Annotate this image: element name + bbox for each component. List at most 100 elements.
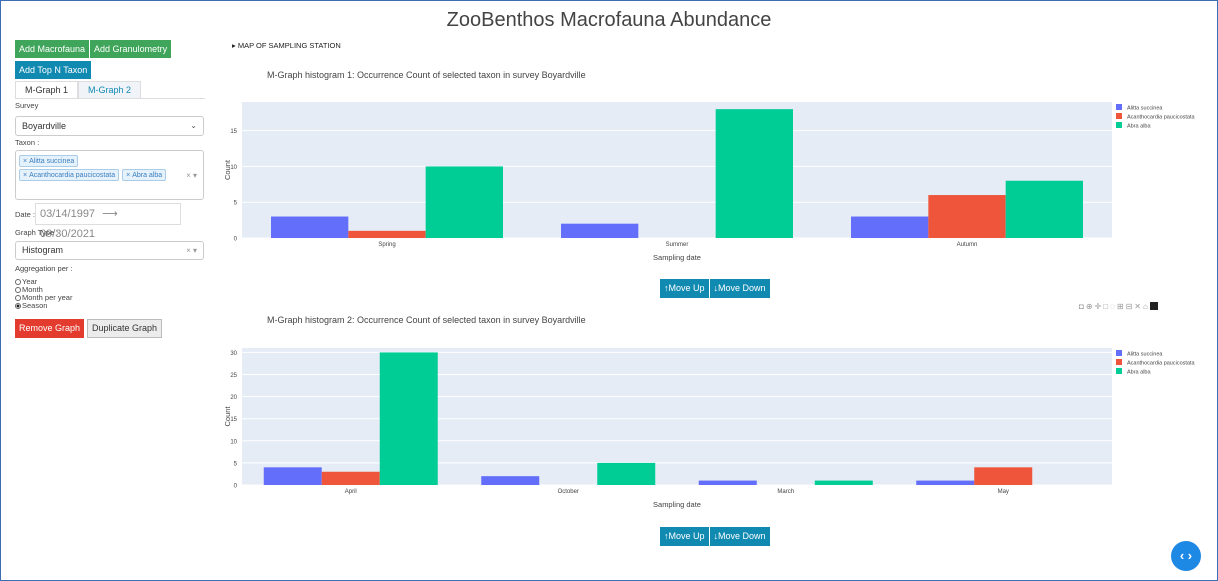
x-axis-label: Sampling date bbox=[653, 253, 701, 262]
y-tick-label: 5 bbox=[234, 461, 238, 467]
move-down-button[interactable]: ↓Move Down bbox=[709, 527, 770, 546]
graph-2-title: M-Graph histogram 2: Occurrence Count of… bbox=[267, 315, 586, 325]
autoscale-icon[interactable]: ✕ bbox=[1134, 302, 1143, 311]
zoom-icon[interactable]: ⊕ bbox=[1086, 302, 1095, 311]
y-tick-label: 5 bbox=[234, 201, 238, 207]
graph-type-select[interactable]: Histogram × ▾ bbox=[15, 241, 204, 260]
add-buttons-row: Add Macrofauna Add Granulometry bbox=[15, 40, 172, 58]
graph-2-move-controls: ↑Move Up ↓Move Down bbox=[660, 527, 770, 546]
graph-tabs: M-Graph 1 M-Graph 2 bbox=[15, 81, 205, 99]
legend-swatch bbox=[1116, 359, 1122, 365]
legend-label: Abra alba bbox=[1127, 124, 1151, 130]
bar bbox=[348, 230, 426, 238]
x-tick-label: April bbox=[345, 489, 357, 495]
taxon-label: Taxon : bbox=[15, 138, 40, 147]
legend-swatch bbox=[1116, 113, 1122, 119]
plot-area bbox=[242, 348, 1112, 485]
chart-modebar[interactable]: ◘⊕✛□◌⊞⊟✕⌂ bbox=[1079, 302, 1158, 311]
lasso-icon[interactable]: ◌ bbox=[1110, 302, 1117, 311]
x-tick-label: May bbox=[998, 489, 1009, 495]
graph-actions: Remove Graph Duplicate Graph bbox=[15, 319, 163, 338]
graph-1-chart: 051015Spring Summer AutumnSampling dateCou… bbox=[223, 102, 1196, 262]
aggregation-label: Aggregation per : bbox=[15, 264, 73, 273]
x-tick-label: Autumn bbox=[957, 242, 978, 248]
y-axis-label: Count bbox=[223, 159, 232, 180]
taxon-chip[interactable]: × Acanthocardia paucicostata bbox=[19, 169, 120, 181]
graph-1-move-controls: ↑Move Up ↓Move Down bbox=[660, 279, 770, 298]
add-granulometry-button[interactable]: Add Granulometry bbox=[90, 40, 172, 58]
x-axis-label: Sampling date bbox=[653, 500, 701, 509]
date-arrow-icon: ⟶ bbox=[102, 208, 118, 220]
add-macrofauna-button[interactable]: Add Macrofauna bbox=[15, 40, 90, 58]
zoom-in-icon[interactable]: ⊞ bbox=[1117, 302, 1126, 311]
bar bbox=[271, 216, 349, 238]
legend-label: Acanthocardia paucicostata bbox=[1127, 115, 1196, 121]
graph-2-chart: 051015202530April October March MaySampling… bbox=[223, 348, 1196, 509]
radio-selected-icon bbox=[15, 303, 21, 309]
move-up-button[interactable]: ↑Move Up bbox=[660, 527, 709, 546]
bar bbox=[814, 480, 873, 485]
zoom-out-icon[interactable]: ⊟ bbox=[1126, 302, 1135, 311]
code-toggle-button[interactable]: ‹ › bbox=[1171, 541, 1201, 571]
survey-value: Boyardville bbox=[22, 121, 67, 131]
y-tick-label: 0 bbox=[234, 484, 238, 490]
x-tick-label: March bbox=[777, 489, 794, 495]
x-tick-label: October bbox=[558, 489, 579, 495]
bar bbox=[263, 467, 322, 485]
map-of-sampling-station-toggle[interactable]: ▸ MAP OF SAMPLING STATION bbox=[232, 41, 341, 50]
aggregation-radio-season[interactable]: Season bbox=[15, 301, 47, 310]
y-tick-label: 10 bbox=[230, 439, 237, 445]
clear-and-chevron-icon[interactable]: × ▾ bbox=[186, 242, 197, 259]
bar bbox=[851, 216, 929, 238]
bar bbox=[561, 223, 639, 238]
bar bbox=[1005, 180, 1083, 238]
y-tick-label: 25 bbox=[230, 373, 237, 379]
legend-swatch bbox=[1116, 122, 1122, 128]
remove-graph-button[interactable]: Remove Graph bbox=[15, 319, 85, 338]
bar bbox=[481, 476, 540, 485]
taxon-chip[interactable]: × Alitta succinea bbox=[19, 155, 79, 167]
remove-chip-icon[interactable]: × bbox=[23, 172, 27, 179]
app-title: ZooBenthos Macrofauna Abundance bbox=[446, 9, 772, 31]
legend-label: Alitta succinea bbox=[1127, 352, 1163, 358]
bar bbox=[715, 109, 793, 238]
bar bbox=[379, 352, 438, 485]
legend-swatch bbox=[1116, 104, 1122, 110]
taxon-multiselect[interactable]: × Alitta succinea × Acanthocardia paucicos… bbox=[15, 150, 204, 200]
y-tick-label: 20 bbox=[230, 395, 237, 401]
date-label: Date : bbox=[15, 210, 36, 219]
bar bbox=[425, 166, 503, 238]
plotly-logo-icon bbox=[1149, 302, 1158, 310]
bar bbox=[597, 462, 656, 485]
add-top-n-taxon-button[interactable]: Add Top N Taxon bbox=[15, 61, 92, 79]
bar bbox=[698, 480, 757, 485]
bar bbox=[928, 195, 1006, 238]
bar bbox=[974, 467, 1033, 485]
tab-m-graph-2[interactable]: M-Graph 2 bbox=[78, 81, 142, 98]
x-tick-label: Summer bbox=[666, 242, 689, 248]
legend-swatch bbox=[1116, 350, 1122, 356]
date-range-picker[interactable]: 03/14/1997 ⟶ 09/30/2021 bbox=[35, 203, 181, 240]
chevron-down-icon: ⌄ bbox=[190, 121, 197, 130]
graph-type-label: Graph Type : bbox=[15, 228, 59, 237]
date-start[interactable]: 03/14/1997 bbox=[40, 208, 95, 220]
move-up-button[interactable]: ↑Move Up bbox=[660, 279, 709, 298]
graph-1-title: M-Graph histogram 1: Occurrence Count of… bbox=[267, 70, 586, 80]
legend-label: Abra alba bbox=[1127, 370, 1151, 376]
duplicate-graph-button[interactable]: Duplicate Graph bbox=[87, 319, 163, 338]
y-axis-label: Count bbox=[223, 406, 232, 427]
camera-icon[interactable]: ◘ bbox=[1079, 302, 1086, 311]
tab-m-graph-1[interactable]: M-Graph 1 bbox=[15, 81, 79, 98]
y-tick-label: 15 bbox=[230, 129, 237, 135]
survey-select[interactable]: Boyardville ⌄ bbox=[15, 116, 204, 136]
remove-chip-icon[interactable]: × bbox=[23, 158, 27, 165]
move-down-button[interactable]: ↓Move Down bbox=[709, 279, 770, 298]
clear-and-chevron-icon[interactable]: × ▾ bbox=[186, 171, 197, 180]
reset-icon[interactable]: ⌂ bbox=[1143, 302, 1150, 311]
x-tick-label: Spring bbox=[378, 242, 395, 248]
pan-icon[interactable]: ✛ bbox=[1095, 302, 1104, 311]
bar bbox=[916, 480, 975, 485]
remove-chip-icon[interactable]: × bbox=[126, 172, 130, 179]
legend-label: Acanthocardia paucicostata bbox=[1127, 361, 1196, 367]
taxon-chip[interactable]: × Abra alba bbox=[122, 169, 167, 181]
